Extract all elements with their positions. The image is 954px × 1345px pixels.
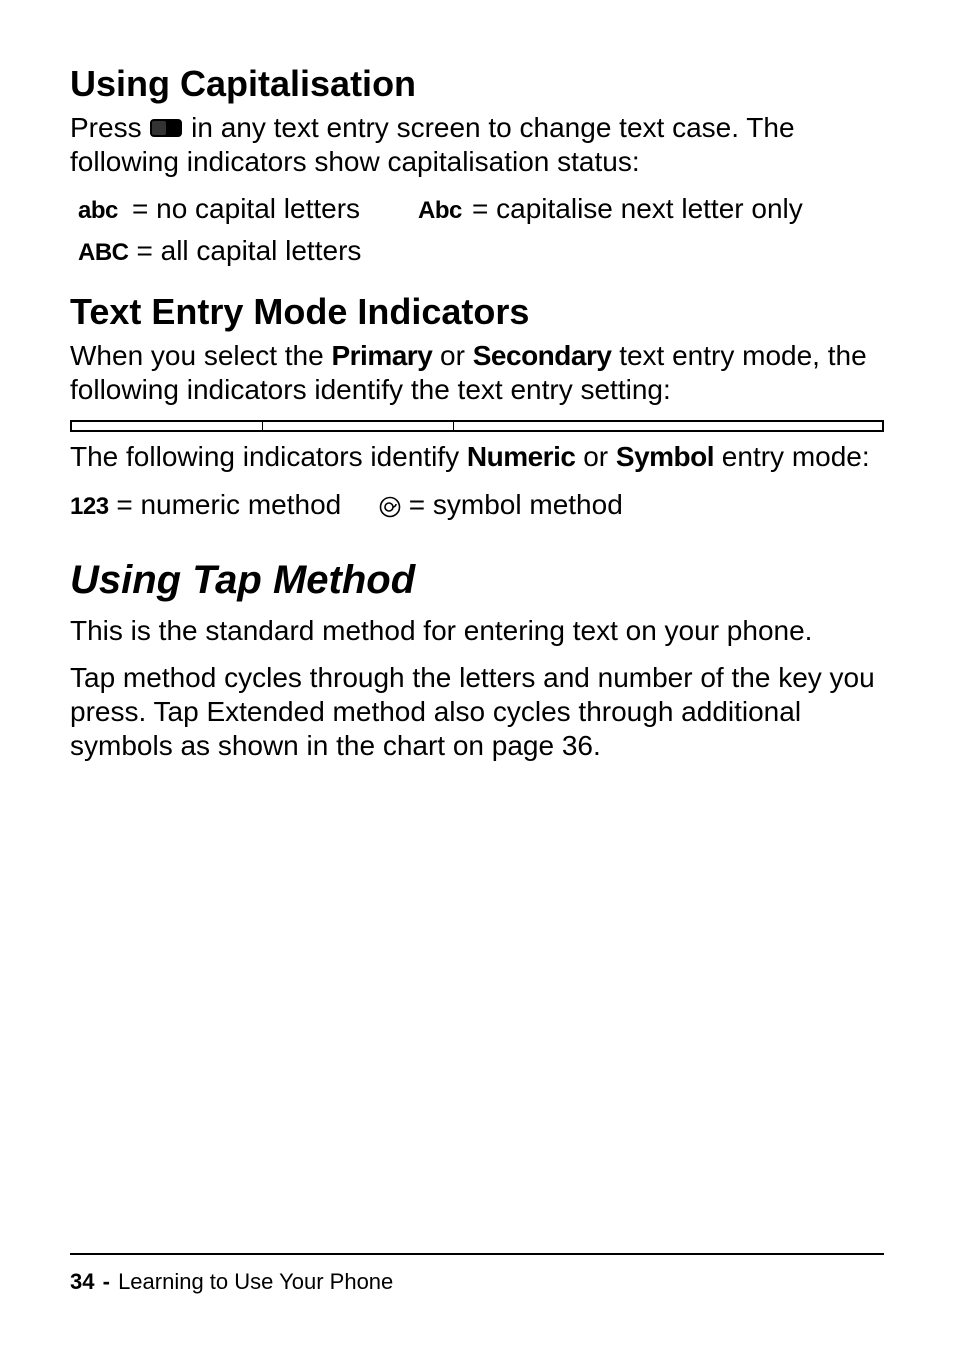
numsym-post: entry mode: xyxy=(714,441,870,472)
page-footer: 34 - Learning to Use Your Phone xyxy=(70,1269,393,1295)
heading-using-tap-method: Using Tap Method xyxy=(70,556,884,604)
indicator-Abc: Abc xyxy=(418,197,464,226)
numsym-mid: or xyxy=(575,441,615,472)
numsym-line: 123 = numeric method = symbol method xyxy=(70,488,884,522)
indicator-abc: abc xyxy=(78,197,124,226)
tap-para1: This is the standard method for entering… xyxy=(70,614,884,648)
numsym-intro-para: The following indicators identify Numeri… xyxy=(70,440,884,474)
footer-title: Learning to Use Your Phone xyxy=(118,1269,393,1294)
at-icon xyxy=(379,488,401,522)
modes-primary-bold: Primary xyxy=(331,340,432,371)
th-secondary xyxy=(263,421,454,431)
modes-intro-para: When you select the Primary or Secondary… xyxy=(70,339,884,406)
cap-status-grid: abc = no capital letters Abc = capitalis… xyxy=(78,192,884,268)
modes-pre: When you select the xyxy=(70,340,331,371)
numsym-symbol-bold: Symbol xyxy=(616,441,714,472)
num-text: = numeric method xyxy=(116,489,341,520)
th-primary xyxy=(71,421,263,431)
th-description xyxy=(454,421,884,431)
key-icon xyxy=(149,118,183,138)
numsym-numeric-bold: Numeric xyxy=(467,441,576,472)
modes-mid: or xyxy=(432,340,472,371)
sym-text: = symbol method xyxy=(409,489,623,520)
page-number: 34 xyxy=(70,1269,94,1294)
cap-ABC-text: = all capital letters xyxy=(137,234,362,268)
cap-intro-pre: Press xyxy=(70,112,149,143)
cap-Abc-text: = capitalise next letter only xyxy=(472,192,803,226)
numsym-pre: The following indicators identify xyxy=(70,441,467,472)
indicator-table xyxy=(70,420,884,432)
footer-rule xyxy=(70,1253,884,1255)
modes-secondary-bold: Secondary xyxy=(473,340,612,371)
cap-intro-para: Press in any text entry screen to change… xyxy=(70,111,884,178)
indicator-123: 123 xyxy=(70,493,109,522)
heading-text-entry-mode-indicators: Text Entry Mode Indicators xyxy=(70,290,884,333)
indicator-ABC: ABC xyxy=(78,239,129,268)
table-header-row xyxy=(71,421,883,431)
tap-para2: Tap method cycles through the letters an… xyxy=(70,661,884,762)
footer-sep: - xyxy=(103,1269,110,1294)
heading-using-capitalisation: Using Capitalisation xyxy=(70,62,884,105)
cap-abc-text: = no capital letters xyxy=(132,192,360,226)
